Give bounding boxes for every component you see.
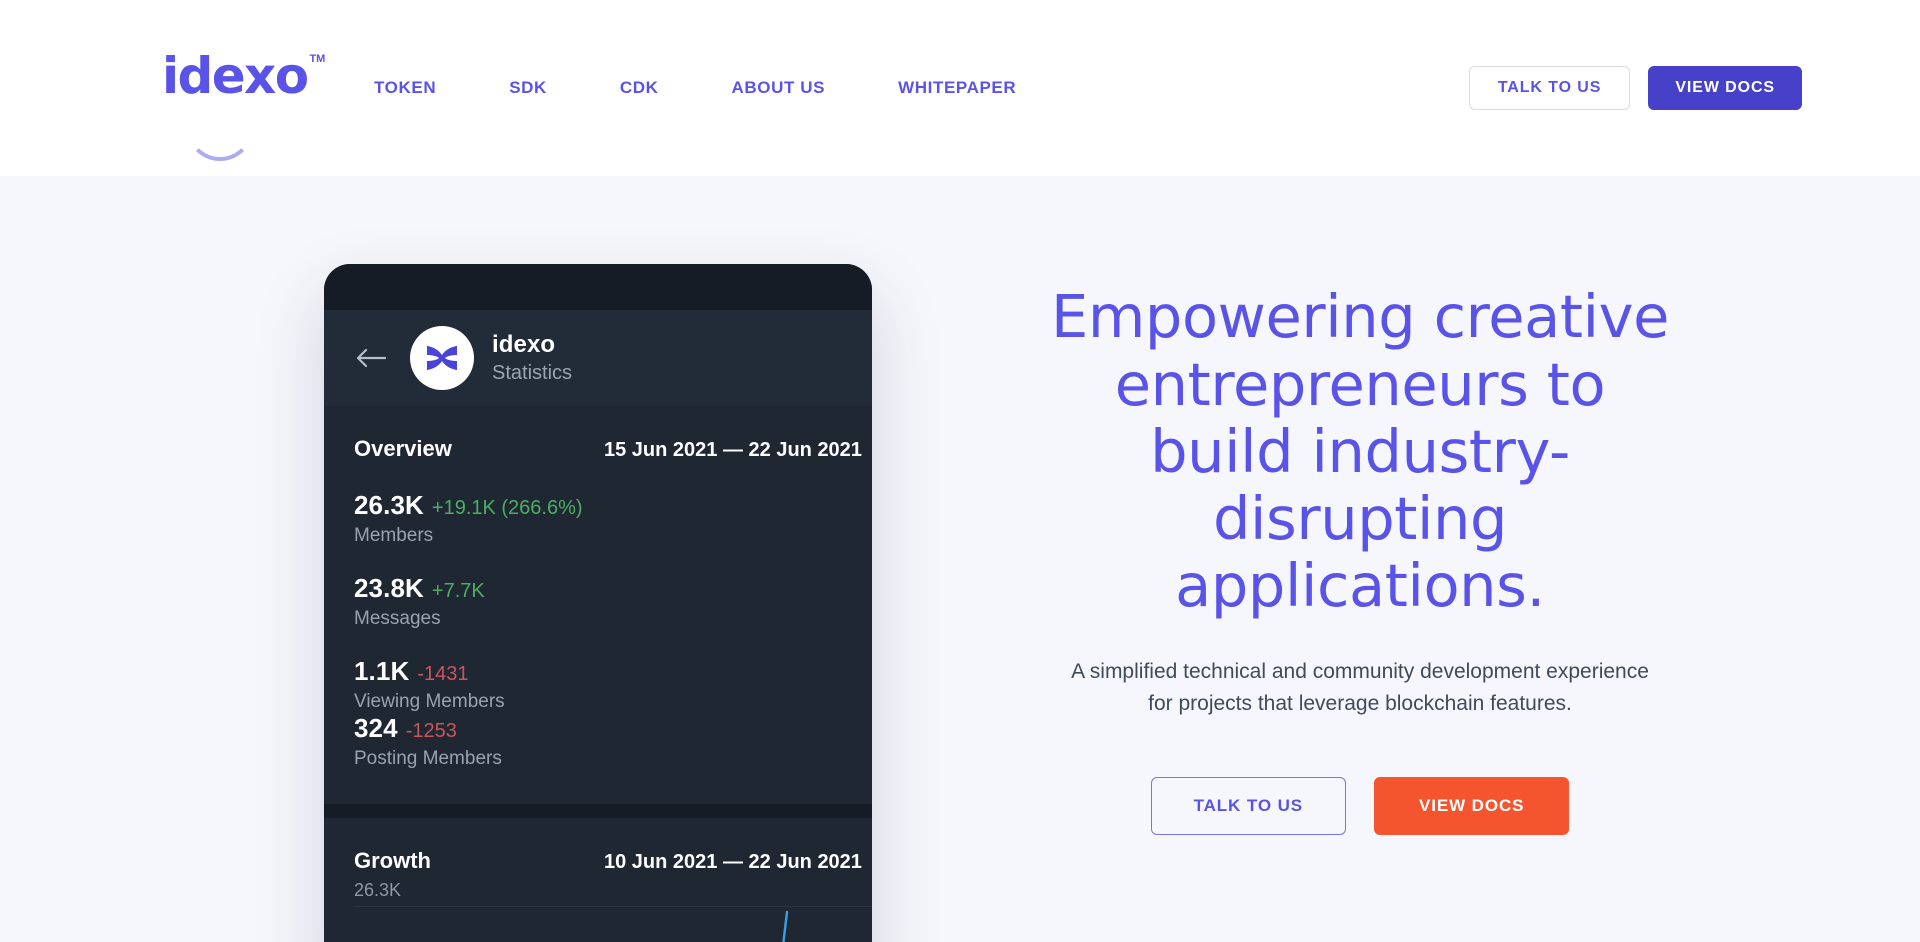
site-header: idexo TM TOKEN SDK CDK ABOUT US WHITEPAP… [0,0,1920,176]
growth-line-path [782,910,789,942]
growth-section: Growth 10 Jun 2021 — 22 Jun 2021 26.3K 2… [324,818,872,942]
overview-title: Overview [354,436,452,461]
brand-logo[interactable]: idexo TM [162,45,325,161]
stat-viewing-members: 1.1K -1431 Viewing Members [354,656,604,713]
growth-title: Growth [354,848,431,873]
nav-item-cdk[interactable]: CDK [620,68,659,108]
nav-item-about-us[interactable]: ABOUT US [732,68,826,108]
phone-app-subtitle: Statistics [492,361,573,384]
stat-label: Posting Members [354,748,502,769]
avatar [410,326,474,390]
stat-delta: +7.7K [431,580,485,602]
smile-arc-icon [186,93,254,161]
stat-label: Messages [354,608,441,629]
trademark-icon: TM [309,53,326,65]
header-actions: TALK TO US VIEW DOCS [1468,66,1802,110]
growth-header: Growth 10 Jun 2021 — 22 Jun 2021 [354,848,862,874]
hero-actions: TALK TO US VIEW DOCS [1150,776,1570,835]
nav-item-whitepaper[interactable]: WHITEPAPER [898,68,1016,108]
hero-view-docs-button[interactable]: VIEW DOCS [1374,776,1570,835]
overview-date-range: 15 Jun 2021 — 22 Jun 2021 [604,439,862,461]
idexo-mark-icon [427,346,457,370]
stat-value: 23.8K [354,573,424,603]
growth-chart: 26.3K 22.4K 18.6K [354,880,872,942]
overview-stat-grid: 26.3K +19.1K (266.6%) Members 23.8K +7.7… [354,490,842,770]
hero-talk-to-us-button[interactable]: TALK TO US [1150,776,1347,835]
growth-date-range: 10 Jun 2021 — 22 Jun 2021 [604,851,862,873]
phone-app-title: idexo [492,331,556,359]
hero-content: Empowering creative entrepreneurs to bui… [1030,176,1690,942]
phone-title-group: idexo Statistics [492,331,572,385]
overview-header: Overview 15 Jun 2021 — 22 Jun 2021 [354,436,862,462]
section-divider [324,804,872,818]
stat-value: 26.3K [354,490,424,520]
phone-status-bar [324,264,872,310]
phone-mockup: idexo Statistics Overview 15 Jun 2021 — … [324,264,872,942]
page-root: idexo TM TOKEN SDK CDK ABOUT US WHITEPAP… [0,0,1920,942]
header-view-docs-button[interactable]: VIEW DOCS [1648,66,1802,110]
stat-label: Viewing Members [354,691,505,712]
nav-item-token[interactable]: TOKEN [374,68,436,108]
hero-heading: Empowering creative entrepreneurs to bui… [1050,282,1670,621]
stat-delta: -1253 [405,720,457,742]
stat-label: Members [354,525,434,546]
header-talk-to-us-button[interactable]: TALK TO US [1468,66,1631,110]
hero-subtext: A simplified technical and community dev… [1071,659,1649,716]
nav-item-sdk[interactable]: SDK [509,68,547,108]
stat-posting-members: 324 -1253 Posting Members [354,713,604,770]
stat-value: 324 [354,713,398,743]
stat-value: 1.1K [354,656,410,686]
stat-delta: +19.1K (266.6%) [431,497,583,519]
back-arrow-icon[interactable] [354,341,388,375]
stat-members: 26.3K +19.1K (266.6%) Members [354,490,604,547]
logo-text: idexo [162,47,309,105]
stat-delta: -1431 [417,663,469,685]
phone-app-bar: idexo Statistics [324,310,872,406]
stat-messages: 23.8K +7.7K Messages [354,573,604,630]
hero-section: idexo Statistics Overview 15 Jun 2021 — … [0,176,1920,942]
overview-section: Overview 15 Jun 2021 — 22 Jun 2021 26.3K… [324,406,872,804]
main-navigation: TOKEN SDK CDK ABOUT US WHITEPAPER [374,68,1016,108]
